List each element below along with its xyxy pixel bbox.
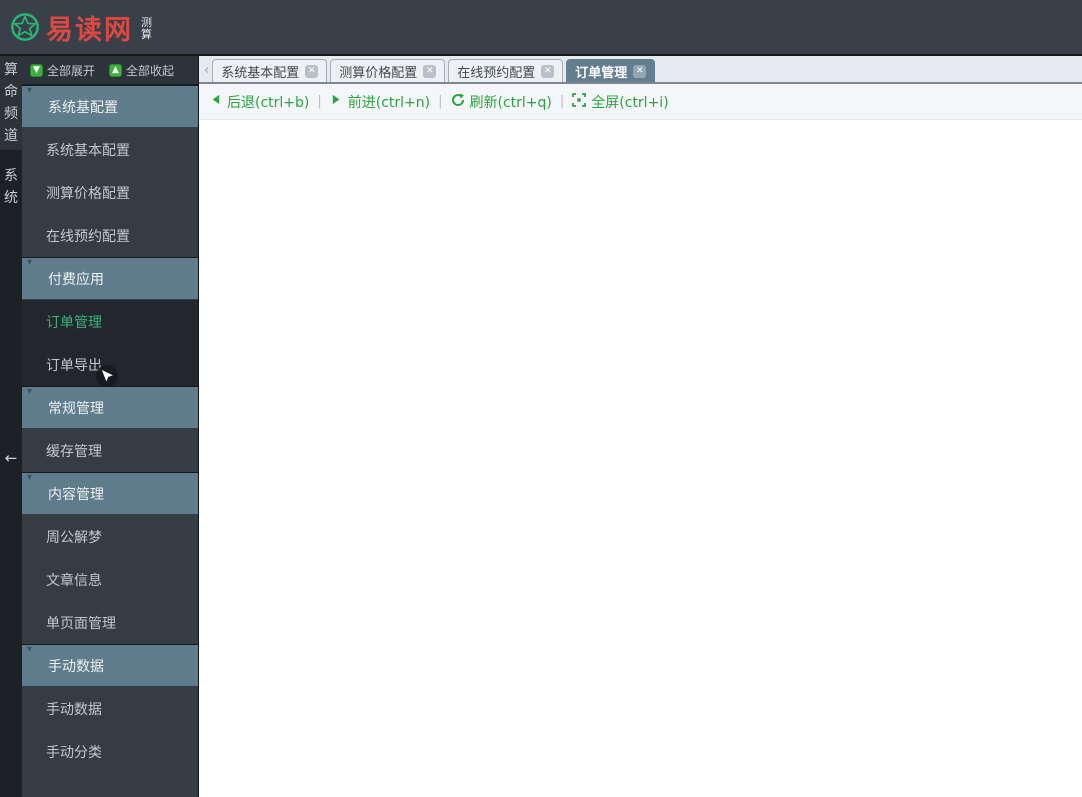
- arrow-up-square-icon: ▲: [109, 63, 123, 77]
- sidebar-group-header[interactable]: ▾ 手动数据: [22, 644, 198, 687]
- tab[interactable]: 在线预约配置 ✕: [448, 59, 564, 82]
- back-arrow-icon: [209, 93, 222, 110]
- sidebar-item[interactable]: 测算价格配置: [22, 171, 198, 214]
- sidebar-group-header[interactable]: ▾ 系统基配置: [22, 85, 198, 128]
- expand-all-label: 全部展开: [47, 63, 96, 78]
- group-caret-icon: ▾: [27, 85, 33, 96]
- collapse-all-button[interactable]: ▲ 全部收起: [109, 62, 174, 79]
- main-panel: ‹ 系统基本配置 ✕ 测算价格配置 ✕ 在线预约配置 ✕ 订单管理 ✕ 后退(ctrl+b) |…: [199, 56, 1082, 797]
- tab-label: 订单管理: [575, 65, 628, 81]
- tab[interactable]: 订单管理 ✕: [566, 59, 656, 82]
- tab-close-icon[interactable]: ✕: [541, 64, 555, 78]
- sidebar-group-header[interactable]: ▾ 付费应用: [22, 257, 198, 300]
- fullscreen-icon: [572, 92, 587, 111]
- toolbar-button-label: 后退(ctrl+b): [227, 94, 310, 111]
- tab-label: 在线预约配置: [457, 65, 536, 81]
- sidebar-item[interactable]: 手动分类: [22, 730, 198, 773]
- sidebar: ▼ 全部展开 ▲ 全部收起 ▾ 系统基配置 系统基本配置 测算价格配置 在线预约配置 ▾ 付…: [22, 56, 199, 797]
- sidebar-item[interactable]: 文章信息: [22, 558, 198, 601]
- tab-scroll-left-icon[interactable]: ‹: [201, 63, 212, 82]
- star-circle-icon: [11, 13, 39, 41]
- toolbar-button[interactable]: 前进(ctrl+n): [330, 92, 430, 112]
- sidebar-item[interactable]: 订单管理: [22, 300, 198, 343]
- sidebar-collapse-arrow[interactable]: ←: [0, 449, 22, 467]
- sidebar-item[interactable]: 订单导出: [22, 343, 198, 387]
- tab[interactable]: 系统基本配置 ✕: [212, 59, 328, 82]
- toolbar-button-label: 前进(ctrl+n): [347, 94, 431, 111]
- content-area: [199, 120, 1082, 797]
- group-caret-icon: ▾: [27, 257, 33, 268]
- group-caret-icon: ▾: [27, 386, 33, 397]
- sidebar-item[interactable]: 在线预约配置: [22, 214, 198, 257]
- group-caret-icon: ▾: [27, 472, 33, 483]
- tab-close-icon[interactable]: ✕: [423, 64, 437, 78]
- header: 易读网 测算: [0, 0, 1082, 56]
- collapse-all-label: 全部收起: [126, 63, 175, 78]
- tab-bar: ‹ 系统基本配置 ✕ 测算价格配置 ✕ 在线预约配置 ✕ 订单管理 ✕: [199, 56, 1082, 84]
- tab-close-icon[interactable]: ✕: [305, 64, 319, 78]
- toolbar-button-label: 全屏(ctrl+i): [591, 94, 669, 111]
- forward-arrow-icon: [330, 93, 343, 110]
- site-title: 易读网: [46, 14, 133, 46]
- group-caret-icon: ▾: [27, 644, 33, 655]
- sidebar-group-header[interactable]: ▾ 内容管理: [22, 472, 198, 515]
- toolbar-button-label: 刷新(ctrl+q): [469, 94, 552, 111]
- tab-label: 系统基本配置: [221, 65, 300, 81]
- site-subtitle: 测算: [141, 16, 152, 41]
- sidebar-item[interactable]: 周公解梦: [22, 515, 198, 558]
- toolbar-button[interactable]: 后退(ctrl+b): [209, 92, 309, 112]
- sidebar-menu: ▾ 系统基配置 系统基本配置 测算价格配置 在线预约配置 ▾ 付费应用 订单管理 订单导出 ▾ 常规…: [22, 85, 198, 797]
- toolbar-button[interactable]: 全屏(ctrl+i): [572, 92, 669, 112]
- logo: 易读网 测算: [10, 8, 154, 47]
- channel-strip: 算命频道系统 ←: [0, 56, 22, 797]
- toolbar-separator: |: [559, 94, 565, 109]
- toolbar-separator: |: [438, 94, 443, 109]
- sidebar-item[interactable]: 缓存管理: [22, 429, 198, 472]
- toolbar-button[interactable]: 刷新(ctrl+q): [451, 92, 552, 112]
- channel-tab[interactable]: 算命频道: [0, 56, 22, 150]
- expand-all-button[interactable]: ▼ 全部展开: [30, 62, 95, 79]
- sidebar-group-header[interactable]: ▾ 常规管理: [22, 386, 198, 429]
- toolbar-separator: |: [317, 94, 322, 109]
- tab-close-icon[interactable]: ✕: [633, 64, 647, 78]
- sidebar-item[interactable]: 系统基本配置: [22, 128, 198, 171]
- tab-label: 测算价格配置: [339, 65, 418, 81]
- refresh-icon: [451, 93, 465, 111]
- arrow-down-square-icon: ▼: [30, 63, 43, 77]
- app-window: 易读网 测算 算命频道 系统 ← ▼ 全部展开 ▲ 全部收起 ▾ 系统基配置 系统基本…: [0, 0, 1082, 797]
- mouse-cursor-icon: [96, 365, 118, 387]
- sidebar-item[interactable]: 手动数据: [22, 687, 198, 730]
- tab[interactable]: 测算价格配置 ✕: [330, 59, 446, 82]
- sidebar-item[interactable]: 单页面管理: [22, 601, 198, 644]
- sidebar-controls: ▼ 全部展开 ▲ 全部收起: [22, 56, 198, 85]
- channel-tab[interactable]: 系统: [0, 162, 22, 212]
- toolbar: 后退(ctrl+b) | 前进(ctrl+n) | 刷新(ctrl+q) | 全屏(ctrl…: [199, 84, 1082, 120]
